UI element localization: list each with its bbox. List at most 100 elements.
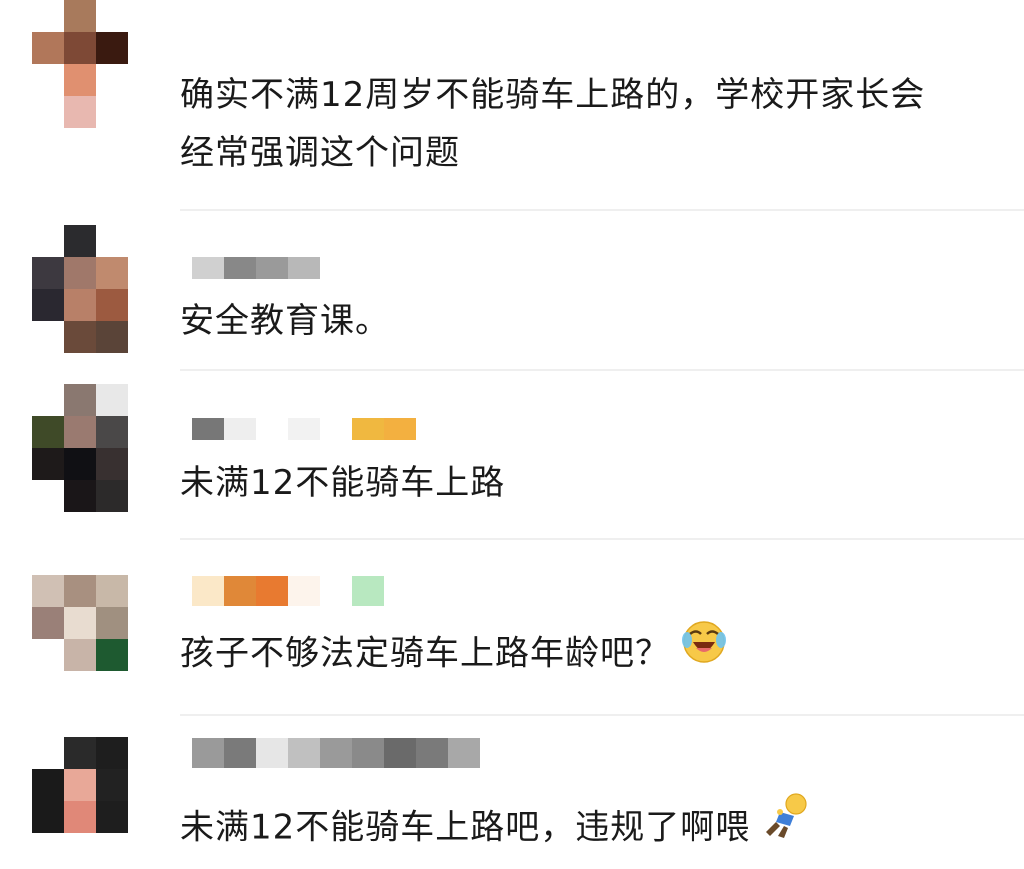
avatar-pixel [64, 639, 96, 671]
username-blur-block [256, 738, 288, 768]
username-blur-block [224, 257, 256, 279]
avatar[interactable] [32, 575, 128, 671]
username-blur-block [384, 418, 416, 440]
username-blurred[interactable] [192, 418, 416, 440]
username-blur-block [288, 576, 320, 606]
username-blur-block [256, 418, 288, 440]
avatar-pixel [96, 0, 128, 32]
avatar-pixel [64, 480, 96, 512]
avatar-pixel [64, 289, 96, 321]
avatar-pixel [32, 801, 64, 833]
avatar[interactable] [32, 384, 128, 512]
username-blur-block [288, 418, 320, 440]
username-blur-block [192, 257, 224, 279]
avatar-pixel [96, 769, 128, 801]
comment-text: 安全教育课。 [180, 301, 390, 341]
avatar-pixel [64, 801, 96, 833]
avatar[interactable] [32, 737, 128, 833]
divider [180, 369, 1024, 371]
avatar-pixel [64, 225, 96, 257]
avatar-pixel [32, 225, 64, 257]
username-blur-block [224, 738, 256, 768]
username-blurred[interactable] [192, 738, 480, 768]
username-blur-block [224, 418, 256, 440]
avatar-pixel [96, 96, 128, 128]
avatar-pixel [32, 96, 64, 128]
username-blur-block [416, 738, 448, 768]
avatar-pixel [32, 639, 64, 671]
username-blur-block [288, 738, 320, 768]
avatar-pixel [64, 257, 96, 289]
username-blur-block [320, 738, 352, 768]
username-blur-block [352, 576, 384, 606]
username-blur-block [352, 738, 384, 768]
avatar-pixel [64, 96, 96, 128]
avatar-pixel [64, 64, 96, 96]
avatar[interactable] [32, 225, 128, 353]
avatar-pixel [64, 321, 96, 353]
avatar-pixel [32, 0, 64, 32]
laugh-cry-emoji [680, 618, 728, 684]
avatar-pixel [64, 769, 96, 801]
avatar-pixel [64, 32, 96, 64]
username-blur-block [192, 418, 224, 440]
avatar-pixel [96, 448, 128, 480]
avatar-pixel [96, 384, 128, 416]
avatar-pixel [96, 639, 128, 671]
divider [180, 538, 1024, 540]
username-blurred[interactable] [192, 30, 224, 52]
avatar-pixel [96, 32, 128, 64]
username-blur-block [192, 30, 224, 52]
avatar-pixel [32, 416, 64, 448]
username-blur-block [384, 738, 416, 768]
avatar-pixel [96, 607, 128, 639]
avatar-pixel [32, 257, 64, 289]
username-blur-block [256, 257, 288, 279]
divider [180, 714, 1024, 716]
avatar-pixel [96, 801, 128, 833]
username-blur-block [256, 576, 288, 606]
comment-text: 孩子不够法定骑车上路年龄吧？ [180, 621, 728, 688]
avatar-pixel [32, 384, 64, 416]
comment-text: 未满12不能骑车上路吧，违规了啊喂 [180, 793, 810, 862]
avatar-pixel [96, 480, 128, 512]
avatar-pixel [32, 575, 64, 607]
avatar-pixel [32, 64, 64, 96]
avatar-pixel [96, 737, 128, 769]
comment-text: 未满12不能骑车上路 [180, 463, 506, 503]
avatar-pixel [64, 607, 96, 639]
comment-text: 确实不满12周岁不能骑车上路的，学校开家长会 经常强调这个问题 [180, 75, 926, 173]
avatar-pixel [32, 769, 64, 801]
avatar-pixel [32, 321, 64, 353]
avatar-pixel [96, 225, 128, 257]
avatar[interactable] [32, 0, 128, 128]
avatar-pixel [32, 480, 64, 512]
avatar-pixel [32, 289, 64, 321]
avatar-pixel [96, 64, 128, 96]
username-blur-block [320, 418, 352, 440]
username-blurred[interactable] [192, 576, 384, 606]
avatar-pixel [64, 575, 96, 607]
fallen-person-emoji [760, 792, 810, 858]
avatar-pixel [32, 737, 64, 769]
divider [180, 209, 1024, 211]
username-blur-block [320, 576, 352, 606]
avatar-pixel [64, 416, 96, 448]
avatar-pixel [32, 607, 64, 639]
username-blur-block [352, 418, 384, 440]
avatar-pixel [96, 416, 128, 448]
avatar-pixel [64, 0, 96, 32]
avatar-pixel [96, 257, 128, 289]
avatar-pixel [32, 448, 64, 480]
avatar-pixel [64, 384, 96, 416]
username-blur-block [448, 738, 480, 768]
username-blur-block [288, 257, 320, 279]
avatar-pixel [96, 289, 128, 321]
avatar-pixel [96, 321, 128, 353]
username-blurred[interactable] [192, 257, 320, 279]
username-blur-block [192, 738, 224, 768]
avatar-pixel [64, 448, 96, 480]
avatar-pixel [64, 737, 96, 769]
username-blur-block [192, 576, 224, 606]
avatar-pixel [32, 32, 64, 64]
